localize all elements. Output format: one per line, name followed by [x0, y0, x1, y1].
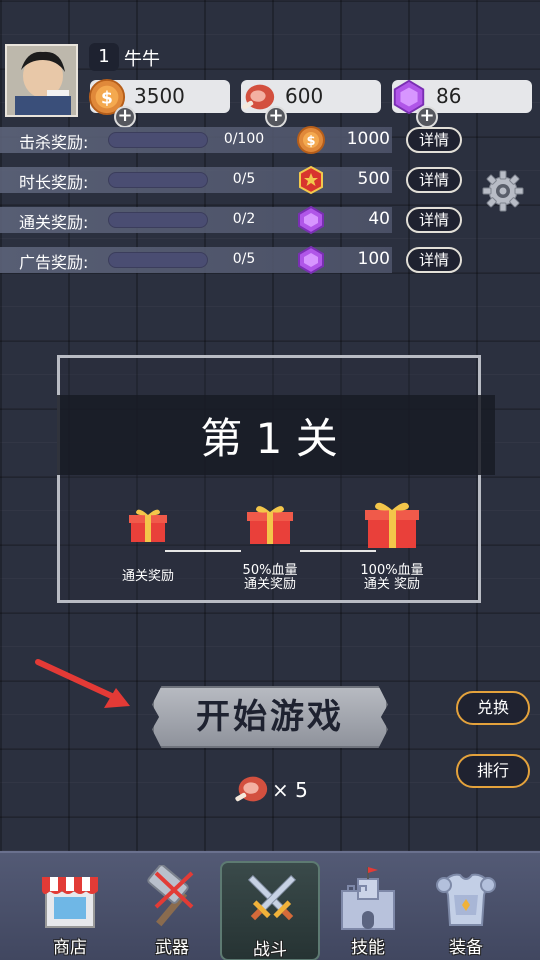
gift-box-icon: [129, 509, 167, 542]
reward-row-ad: 广告奖励: 0/5 100: [0, 245, 392, 275]
start-game-button[interactable]: 开始游戏: [152, 686, 388, 748]
gem-value: 86: [436, 84, 462, 108]
nav-equipment[interactable]: 装备: [416, 861, 516, 960]
nav-battle[interactable]: 战斗: [220, 861, 320, 960]
kill-reward-detail-button[interactable]: 详情: [406, 127, 462, 153]
armor-icon: [436, 873, 496, 926]
coin-counter: $ 3500 +: [88, 78, 230, 128]
badge-icon: [299, 165, 323, 195]
gift-label: 100%血量 通关 奖励: [360, 563, 424, 592]
castle-icon: [341, 867, 395, 930]
ad-reward-detail-button[interactable]: 详情: [406, 247, 462, 273]
reward-amount: 100: [357, 249, 390, 269]
reward-amount: 1000: [346, 129, 390, 149]
gift-box-icon: [365, 502, 419, 548]
multiply-sign: ×: [272, 778, 289, 802]
exchange-button[interactable]: 兑换: [456, 691, 530, 725]
meat-icon: [235, 776, 268, 802]
reward-amount: 500: [357, 169, 390, 189]
reward-progress-bar: [108, 212, 208, 228]
ranking-button[interactable]: 排行: [456, 754, 530, 788]
reward-label: 击杀奖励:: [19, 133, 89, 152]
reward-row-kill: 击杀奖励: 0/100 $ 1000: [0, 126, 392, 154]
gift-label: 50%血量 通关奖励: [242, 563, 298, 592]
reward-label: 时长奖励:: [19, 173, 89, 192]
nav-label: 装备: [449, 938, 483, 958]
meat-value: 600: [285, 84, 324, 108]
svg-text:$: $: [101, 89, 113, 109]
nav-weapon[interactable]: 武器: [122, 861, 222, 960]
shop-icon: [42, 877, 98, 928]
reward-progress-text: 0/5: [232, 251, 256, 267]
settings-gear-icon[interactable]: [482, 170, 524, 212]
coin-icon: $: [297, 126, 325, 154]
player-level-badge: 1: [89, 43, 119, 71]
gift-label: 通关奖励: [121, 569, 174, 584]
nav-label: 战斗: [253, 940, 287, 960]
reward-progress-bar: [108, 172, 208, 188]
reward-label: 广告奖励:: [19, 253, 89, 272]
nav-label: 武器: [155, 938, 189, 958]
red-arrow-icon: [35, 659, 130, 708]
coin-value: 3500: [134, 84, 185, 108]
crossed-swords-icon: [247, 874, 297, 921]
svg-text:$: $: [306, 134, 315, 149]
player-name: 牛牛: [124, 49, 160, 70]
add-gem-button[interactable]: +: [416, 106, 438, 128]
player-avatar[interactable]: [5, 44, 78, 117]
gem-counter: 86 +: [392, 79, 532, 128]
meat-counter: 600 +: [241, 80, 381, 128]
progress-connector: [165, 550, 241, 552]
nav-label: 技能: [351, 938, 385, 958]
reward-progress-text: 0/5: [232, 171, 256, 187]
reward-label: 通关奖励:: [19, 213, 89, 232]
time-reward-detail-button[interactable]: 详情: [406, 167, 462, 193]
reward-amount: 40: [368, 209, 390, 229]
clear-reward-detail-button[interactable]: 详情: [406, 207, 462, 233]
cost-amount: 5: [295, 778, 308, 802]
add-meat-button[interactable]: +: [265, 106, 287, 128]
add-coin-button[interactable]: +: [114, 106, 136, 128]
level-title: 第 1 关: [200, 414, 338, 463]
reward-row-clear: 通关奖励: 0/2 40: [0, 205, 392, 235]
gem-icon: [298, 205, 324, 235]
gem-icon: [298, 245, 324, 275]
hammer-icon: [147, 865, 194, 927]
reward-progress-text: 0/100: [223, 131, 265, 147]
reward-row-time: 时长奖励: 0/5 500: [0, 165, 392, 195]
reward-progress-bar: [108, 252, 208, 268]
bottom-nav: 商店 武器 战斗 技能 装备: [0, 851, 540, 960]
progress-connector: [300, 550, 376, 552]
gift-box-icon: [247, 506, 293, 544]
stamina-cost: × 5: [272, 778, 308, 802]
reward-progress-bar: [108, 132, 208, 148]
reward-progress-text: 0/2: [232, 211, 256, 227]
nav-skill[interactable]: 技能: [318, 861, 418, 960]
nav-label: 商店: [53, 938, 87, 958]
nav-shop[interactable]: 商店: [20, 861, 120, 960]
